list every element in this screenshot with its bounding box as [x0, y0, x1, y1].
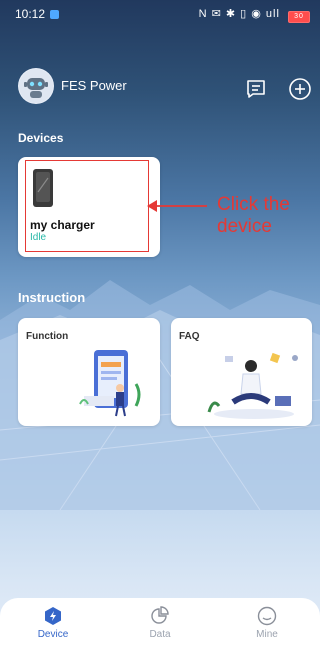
message-icon [247, 80, 265, 98]
add-device-button[interactable] [288, 77, 312, 101]
smiley-icon [257, 606, 277, 626]
status-time: 10:12 [15, 7, 60, 21]
charger-icon [33, 169, 53, 207]
pie-chart-icon [151, 606, 169, 624]
tab-mine-label: Mine [256, 629, 278, 640]
tab-data-label: Data [149, 629, 171, 640]
devices-section-title: Devices [18, 131, 64, 145]
battery-icon: 30 [288, 11, 310, 23]
message-button[interactable] [244, 77, 268, 101]
annotation-text: Click the device [217, 194, 290, 237]
instruction-section-title: Instruction [18, 290, 86, 305]
tab-device[interactable]: Device [0, 598, 106, 663]
status-icons: N ✉ ✱ ▯ ◉ ull 30 [199, 7, 310, 23]
faq-illustration [207, 352, 298, 419]
plus-icon [289, 78, 311, 100]
device-status: Idle [30, 232, 47, 243]
robot-avatar [18, 68, 54, 104]
function-illustration [79, 350, 141, 417]
function-card-title: Function [26, 331, 69, 342]
bottom-tab-bar: Device Data Mine [0, 598, 320, 663]
device-name[interactable]: my charger [30, 218, 95, 232]
brand-name: FES Power [61, 78, 127, 93]
status-bar: 10:12 N ✉ ✱ ▯ ◉ ull 30 [0, 0, 320, 28]
robot-icon [19, 69, 53, 103]
tab-mine[interactable]: Mine [214, 598, 320, 663]
tab-data[interactable]: Data [107, 598, 213, 663]
faq-card-title: FAQ [179, 331, 200, 342]
faq-card[interactable]: FAQ [171, 318, 312, 426]
device-icon [45, 607, 61, 625]
function-card[interactable]: Function [18, 318, 160, 426]
annotation-arrow [147, 200, 207, 212]
tab-device-label: Device [37, 629, 69, 640]
app-notification-icon [50, 10, 60, 19]
